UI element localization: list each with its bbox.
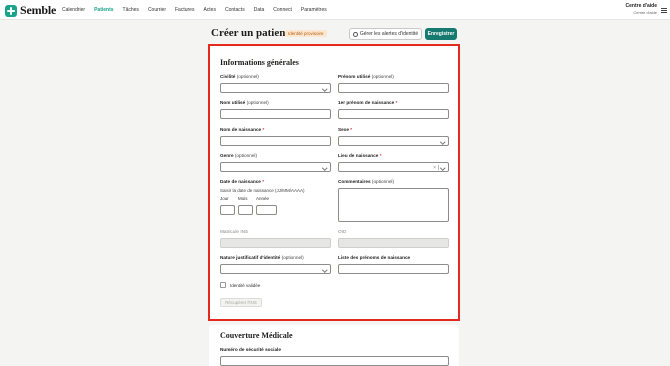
section-title-general: Informations générales [220,58,299,67]
nav-item-courrier[interactable]: Courrier [147,5,167,15]
help-center-subtitle: Centre d'aide [633,9,657,15]
manage-identity-alerts-label: Gérer les alertes d'identité [359,31,419,37]
identity-status-badge: Identité provisoire [285,30,327,37]
nav-item-calendrier[interactable]: Calendrier [61,5,86,15]
lieu-naissance-select[interactable]: × [338,162,449,172]
prenom-utilise-label: Prénom utilisé (optionnel) [338,74,394,79]
nav-item-data[interactable]: Data [253,5,266,15]
menu-icon[interactable] [661,8,667,13]
commentaires-textarea[interactable] [338,188,449,222]
help-center-link[interactable]: Centre d'aide Centre d'aide [625,3,657,15]
nom-naissance-label: Nom de naissance * [220,127,265,132]
mois-label: Mois [238,196,248,201]
numero-ss-input[interactable] [220,356,449,366]
info-icon [352,31,358,37]
annee-input[interactable] [256,205,277,215]
top-navigation-bar: Semble Calendrier Patients Tâches Courri… [0,0,670,20]
medical-coverage-section: Couverture Médicale Numéro de sécurité s… [209,325,459,366]
date-naissance-hint: Saisir la date de naissance (JJ/MM/AAAA) [220,188,305,193]
commentaires-label: Commentaires (optionnel) [338,179,395,184]
sexe-label: Sexe * [338,127,353,132]
civilite-select[interactable] [220,83,331,93]
oid-input [338,238,449,248]
premier-prenom-label: 1er prénom de naissance * [338,100,398,105]
nav-item-parametres[interactable]: Paramètres [300,5,328,15]
nature-justificatif-select[interactable] [220,264,331,274]
help-center-title: Centre d'aide [625,3,657,9]
sexe-select[interactable] [338,136,449,146]
civilite-label: Civilité (optionnel) [220,74,259,79]
genre-label: Genre (optionnel) [220,153,258,158]
page-title: Créer un patient [211,27,290,39]
prenom-utilise-input[interactable] [338,83,449,93]
app-name: Semble [20,3,57,17]
select-separator [438,165,439,170]
numero-ss-label: Numéro de sécurité sociale [220,347,281,352]
nature-justificatif-label: Nature justificatif d'identité (optionne… [220,255,304,260]
manage-identity-alerts-button[interactable]: Gérer les alertes d'identité [349,28,422,40]
identite-validee-checkbox[interactable] [220,282,226,288]
nav-item-taches[interactable]: Tâches [122,5,140,15]
jour-label: Jour [220,196,229,201]
genre-select[interactable] [220,162,331,172]
nav-item-contacts[interactable]: Contacts [224,5,246,15]
nav-item-connect[interactable]: Connect [272,5,293,15]
nav-item-patients[interactable]: Patients [93,5,114,15]
liste-prenoms-input[interactable] [338,264,449,274]
matricule-ins-input [220,238,331,248]
general-information-section: Informations générales Civilité (optionn… [209,45,459,320]
nom-utilise-input[interactable] [220,109,331,119]
nom-naissance-input[interactable] [220,136,331,146]
identite-validee-label: Identité validée [230,283,261,288]
jour-input[interactable] [220,205,235,215]
section-title-coverage: Couverture Médicale [220,331,293,340]
mois-input[interactable] [238,205,253,215]
semble-logo-icon [5,4,17,17]
matricule-ins-label: Matricule INS [220,229,249,234]
premier-prenom-input[interactable] [338,109,449,119]
save-button[interactable]: Enregistrer [425,28,457,40]
main-nav: Calendrier Patients Tâches Courrier Fact… [61,0,328,20]
nav-item-actes[interactable]: Actes [202,5,217,15]
annee-label: Année [256,196,270,201]
nom-utilise-label: Nom utilisé (optionnel) [220,100,269,105]
date-naissance-label: Date de naissance * [220,179,265,184]
clear-icon[interactable]: × [433,165,436,171]
liste-prenoms-label: Liste des prénoms de naissance [338,255,411,260]
nav-item-factures[interactable]: Factures [174,5,195,15]
semble-logo[interactable]: Semble [5,3,56,18]
oid-label: OID [338,229,347,234]
lieu-naissance-label: Lieu de naissance * [338,153,382,158]
recuperer-ins-button[interactable]: Récupérer l'INS [220,298,262,307]
